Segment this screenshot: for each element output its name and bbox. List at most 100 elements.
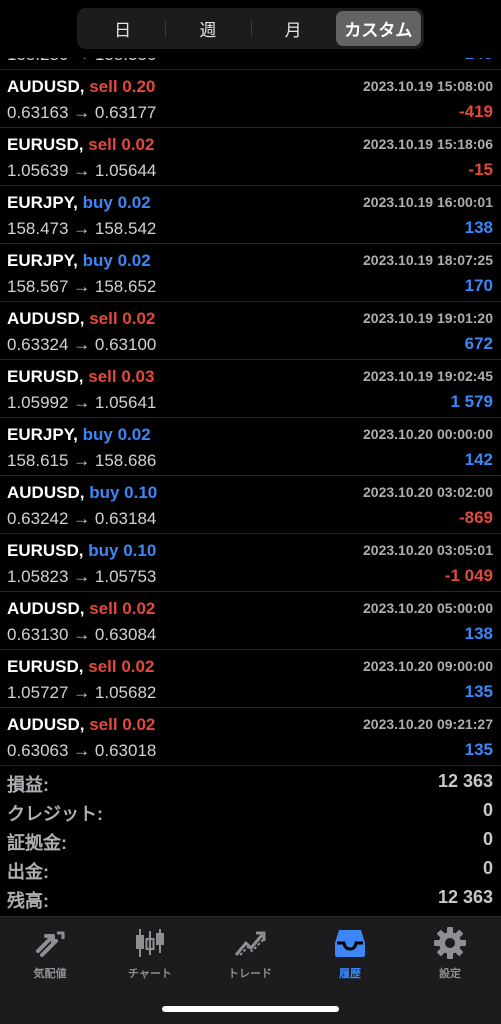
trade-side: buy 0.02 [82, 251, 151, 270]
segment-day[interactable]: 日 [80, 11, 165, 46]
trade-datetime: 2023.10.19 19:02:45 [363, 368, 493, 384]
symbol-label: AUDUSD, sell 0.02 [7, 715, 156, 734]
tab-label: 設定 [439, 968, 461, 980]
summary-value: 0 [482, 800, 493, 820]
price-range: 1.05639 → 1.05644 [7, 161, 157, 180]
summary-value: 0 [482, 829, 493, 849]
history-row[interactable]: AUDUSD, sell 0.02 2023.10.20 05:00:00 0.… [0, 592, 501, 650]
period-segmented-control: 日 週 月 カスタム [77, 8, 424, 49]
price-range: 158.567 → 158.652 [7, 277, 157, 296]
summary-balance-row: 残高: 12 363 [0, 884, 501, 913]
profit-value: 170 [464, 276, 493, 295]
history-row[interactable]: AUDUSD, sell 0.02 2023.10.20 09:21:27 0.… [0, 708, 501, 766]
history-row[interactable]: EURUSD, sell 0.02 2023.10.20 09:00:00 1.… [0, 650, 501, 708]
profit-value: -1 049 [444, 566, 493, 585]
summary-profit-row: 損益: 12 363 [0, 768, 501, 797]
profit-value: -15 [468, 160, 493, 179]
price-range: 158.615 → 158.686 [7, 451, 157, 470]
trade-side: sell 0.02 [89, 309, 156, 328]
tab-settings[interactable]: 設定 [400, 925, 500, 985]
profit-value: 1 579 [450, 392, 493, 411]
trade-side: sell 0.02 [88, 135, 155, 154]
trade-datetime: 2023.10.20 05:00:00 [363, 600, 493, 616]
summary-value: 0 [482, 858, 493, 878]
symbol-label: AUDUSD, sell 0.20 [7, 77, 156, 96]
trade-datetime: 2023.10.20 03:05:01 [363, 542, 493, 558]
segment-month[interactable]: 月 [250, 11, 336, 46]
segment-custom[interactable]: カスタム [335, 11, 421, 46]
summary-withdrawal-row: 出金: 0 [0, 855, 501, 884]
tab-quotes[interactable]: 気配値 [0, 925, 100, 985]
symbol-label: EURUSD, buy 0.10 [7, 541, 157, 560]
price-range: 1.05727 → 1.05682 [7, 683, 157, 702]
summary-credit-row: クレジット: 0 [0, 797, 501, 826]
trade-datetime: 2023.10.19 16:00:01 [363, 194, 493, 210]
history-row[interactable]: AUDUSD, sell 0.20 2023.10.19 15:08:00 0.… [0, 70, 501, 128]
trade-datetime: 2023.10.20 03:02:00 [363, 484, 493, 500]
profit-value: 672 [464, 334, 493, 353]
profit-value: 135 [464, 682, 493, 701]
price-range: 1.05992 → 1.05641 [7, 393, 157, 412]
history-row[interactable]: AUDUSD, buy 0.10 2023.10.20 03:02:00 0.6… [0, 476, 501, 534]
tab-label: トレード [228, 968, 272, 980]
trade-side: buy 0.10 [89, 483, 158, 502]
symbol-label: EURUSD, sell 0.02 [7, 657, 155, 676]
settings-gear-icon [434, 927, 466, 959]
profit-value: 135 [464, 740, 493, 759]
trade-datetime: 2023.10.19 19:01:20 [363, 310, 493, 326]
home-indicator[interactable] [162, 1006, 339, 1012]
symbol-label: AUDUSD, sell 0.02 [7, 599, 156, 618]
price-range: 0.63130 → 0.63084 [7, 625, 157, 644]
symbol-label: EURUSD, sell 0.03 [7, 367, 155, 386]
trade-side: sell 0.02 [88, 657, 155, 676]
price-range: 0.63242 → 0.63184 [7, 509, 157, 528]
trade-datetime: 2023.10.19 15:08:00 [363, 78, 493, 94]
trade-side: buy 0.10 [88, 541, 157, 560]
history-row[interactable]: EURUSD, buy 0.10 2023.10.20 03:05:01 1.0… [0, 534, 501, 592]
tab-chart[interactable]: チャート [100, 925, 200, 985]
summary-label: 出金: [7, 862, 49, 882]
history-row[interactable]: EURJPY, buy 0.02 2023.10.19 18:07:25 158… [0, 244, 501, 302]
period-filter-bar: 日 週 月 カスタム [0, 0, 501, 58]
quotes-arrows-icon [36, 931, 65, 957]
profit-value: -869 [458, 508, 493, 527]
account-summary: 損益: 12 363 クレジット: 0 証拠金: 0 出金: 0 残高: 12 … [0, 768, 501, 913]
summary-value: 12 363 [437, 887, 493, 907]
price-range: 158.473 → 158.542 [7, 219, 157, 238]
trade-side: buy 0.02 [82, 193, 151, 212]
symbol-label: AUDUSD, buy 0.10 [7, 483, 158, 502]
summary-label: クレジット: [7, 804, 103, 824]
price-range: 1.05823 → 1.05753 [7, 567, 157, 586]
price-range: 0.63324 → 0.63100 [7, 335, 157, 354]
segment-week[interactable]: 週 [165, 11, 250, 46]
trade-trend-icon [234, 931, 266, 956]
candlestick-chart-icon [136, 929, 164, 957]
trade-history-list: 158.280 → 158.356 148 AUDUSD, sell 0.20 … [0, 12, 501, 766]
price-range: 0.63063 → 0.63018 [7, 741, 157, 760]
symbol-label: AUDUSD, sell 0.02 [7, 309, 156, 328]
history-inbox-icon [335, 930, 365, 957]
symbol-label: EURJPY, buy 0.02 [7, 425, 151, 444]
trade-side: sell 0.02 [89, 715, 156, 734]
profit-value: 138 [464, 218, 493, 237]
trade-side: sell 0.03 [88, 367, 155, 386]
tab-history[interactable]: 履歴 [300, 925, 400, 985]
history-row[interactable]: EURJPY, buy 0.02 2023.10.19 16:00:01 158… [0, 186, 501, 244]
trade-side: sell 0.02 [89, 599, 156, 618]
trade-datetime: 2023.10.20 09:21:27 [363, 716, 493, 732]
trade-datetime: 2023.10.20 00:00:00 [363, 426, 493, 442]
summary-value: 12 363 [437, 771, 493, 791]
history-row[interactable]: EURUSD, sell 0.02 2023.10.19 15:18:06 1.… [0, 128, 501, 186]
tab-trade[interactable]: トレード [200, 925, 300, 985]
profit-value: -419 [458, 102, 493, 121]
tab-label: 気配値 [33, 968, 67, 980]
history-row[interactable]: EURUSD, sell 0.03 2023.10.19 19:02:45 1.… [0, 360, 501, 418]
symbol-label: EURUSD, sell 0.02 [7, 135, 155, 154]
trade-datetime: 2023.10.20 09:00:00 [363, 658, 493, 674]
history-row[interactable]: AUDUSD, sell 0.02 2023.10.19 19:01:20 0.… [0, 302, 501, 360]
profit-value: 142 [464, 450, 493, 469]
summary-label: 残高: [7, 891, 49, 911]
history-row[interactable]: EURJPY, buy 0.02 2023.10.20 00:00:00 158… [0, 418, 501, 476]
profit-value: 138 [464, 624, 493, 643]
summary-deposit-row: 証拠金: 0 [0, 826, 501, 855]
